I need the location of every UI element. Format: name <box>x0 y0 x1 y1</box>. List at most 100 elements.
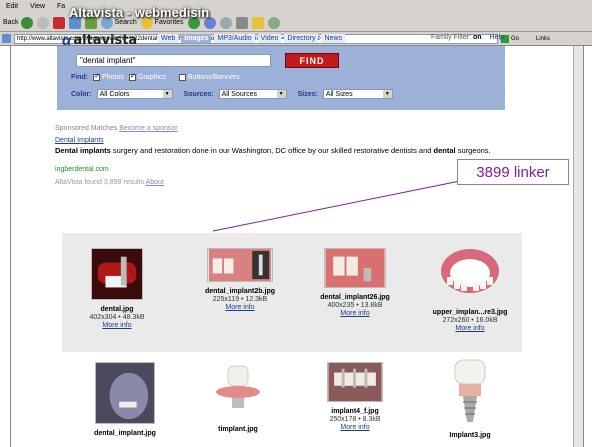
result-thumbnail[interactable] <box>210 362 266 420</box>
result-item[interactable]: implant4_f.jpg 250x178 • 8.3kB More info <box>310 362 400 432</box>
result-dimensions: 400x235 • 13.8kB <box>327 302 383 309</box>
more-info-link[interactable]: More info <box>82 322 152 330</box>
more-info-link[interactable]: More info <box>310 424 400 432</box>
result-thumbnail[interactable] <box>324 248 386 288</box>
result-thumbnail[interactable] <box>449 358 491 426</box>
back-arrow-icon <box>20 16 33 29</box>
more-info-link[interactable]: More info <box>195 304 285 312</box>
find-button[interactable]: FIND <box>285 53 339 68</box>
find-options-row: Find: Photos Graphics Buttons/Banners <box>71 72 240 81</box>
menu-view[interactable]: View <box>30 3 45 10</box>
menu-edit[interactable]: Edit <box>6 3 18 10</box>
results-count: AltaVista found 3,899 results About <box>55 179 164 186</box>
back-label: Back <box>3 19 19 26</box>
sponsored-description: Dental implants surgery and restoration … <box>55 146 520 155</box>
print-icon[interactable] <box>219 16 232 29</box>
search-type-tabs: Web Images MP3/Audio Video Directory New… <box>158 34 345 43</box>
checkbox-checked-icon <box>128 72 136 81</box>
result-item[interactable]: dental_implant2b.jpg 225x119 • 12.3kB Mo… <box>195 248 285 312</box>
result-item[interactable]: dental_implant26.jpg 400x235 • 13.8kB Mo… <box>310 248 400 318</box>
about-link[interactable]: About <box>146 179 164 186</box>
sizes-value: All Sizes <box>325 90 353 98</box>
photos-label: Photos <box>102 74 124 81</box>
photos-checkbox[interactable]: Photos <box>93 72 124 81</box>
result-dimensions: 225x119 • 12.3kB <box>212 296 268 303</box>
vertical-scrollbar[interactable] <box>573 46 583 447</box>
sources-label: Sources: <box>183 90 214 98</box>
checkbox-unchecked-icon <box>178 74 186 81</box>
result-item[interactable]: timplant.jpg <box>198 362 278 434</box>
result-filename: dental.jpg <box>100 306 134 313</box>
dropdown-arrow-icon: ▼ <box>276 90 286 98</box>
links-button[interactable]: Links <box>536 36 550 42</box>
help-link[interactable]: Help <box>490 34 504 41</box>
sizes-select[interactable]: All Sizes ▼ <box>322 89 393 99</box>
checkbox-checked-icon <box>93 72 101 81</box>
tab-video[interactable]: Video <box>257 34 282 43</box>
sources-value: All Sources <box>221 90 257 98</box>
result-filename: Implant3.jpg <box>449 432 491 439</box>
more-info-link[interactable]: More info <box>420 325 520 333</box>
tab-web[interactable]: Web <box>158 34 179 43</box>
result-thumbnail[interactable] <box>91 248 143 300</box>
tab-directory[interactable]: Directory <box>284 34 319 43</box>
sponsored-url[interactable]: ingberdental.com <box>55 166 109 173</box>
menu-favorites[interactable]: Fa <box>57 3 65 10</box>
tab-images[interactable]: Images <box>181 34 212 43</box>
color-select[interactable]: All Colors ▼ <box>96 89 173 99</box>
graphics-label: Graphics <box>137 74 166 81</box>
result-thumbnail[interactable] <box>207 248 273 282</box>
callout-label: 3899 linker <box>457 159 569 185</box>
result-dimensions: 250x178 • 8.3kB <box>329 416 381 423</box>
filter-row: Color: All Colors ▼ Sources: All Sources ▼… <box>71 89 393 99</box>
family-filter-label: Family Filter: <box>431 34 472 41</box>
result-thumbnail[interactable] <box>439 247 501 303</box>
result-thumbnail[interactable] <box>327 362 383 402</box>
sponsored-desc-end: surgeons. <box>455 146 491 155</box>
dropdown-arrow-icon: ▼ <box>162 90 172 98</box>
result-filename: implant4_f.jpg <box>331 408 379 415</box>
sponsored-link[interactable]: Dental Implants <box>55 137 104 144</box>
result-dimensions: 402x304 • 48.3kB <box>89 314 145 321</box>
result-item[interactable]: dental.jpg 402x304 • 48.3kB More info <box>82 248 152 330</box>
sources-select[interactable]: All Sources ▼ <box>218 89 287 99</box>
edit-icon[interactable] <box>235 16 248 29</box>
search-panel: "dental implant" FIND Find: Photos Graph… <box>57 46 505 110</box>
stop-icon[interactable] <box>52 16 65 29</box>
more-info-link[interactable]: More info <box>310 310 400 318</box>
search-input[interactable]: "dental implant" <box>76 54 271 67</box>
result-item[interactable]: Implant3.jpg <box>430 358 510 440</box>
family-filter-value[interactable]: on <box>473 34 482 41</box>
tab-news[interactable]: News <box>321 34 345 43</box>
results-count-text: AltaVista found 3,899 results <box>55 179 144 186</box>
slide-title: Altavista - webmedisin <box>69 5 210 20</box>
buttons-banners-label: Buttons/Banners <box>187 74 240 81</box>
sponsored-heading: Sponsored Matches Become a sponsor <box>55 125 178 132</box>
result-filename: timplant.jpg <box>218 426 258 433</box>
result-filename: dental_implant2b.jpg <box>204 288 275 295</box>
messenger-icon[interactable] <box>267 16 280 29</box>
forward-icon[interactable] <box>36 16 49 29</box>
sponsored-desc-text: surgery and restoration done in our Wash… <box>110 146 434 155</box>
color-value: All Colors <box>99 90 130 98</box>
favorites-label: Favorites <box>154 19 184 26</box>
graphics-checkbox[interactable]: Graphics <box>128 72 166 81</box>
back-button[interactable]: Back <box>3 16 33 29</box>
become-sponsor-link[interactable]: Become a sponsor <box>119 125 177 132</box>
sizes-label: Sizes: <box>297 90 318 98</box>
result-item[interactable]: upper_implan...re3.jpg 272x260 • 16.0kB … <box>420 247 520 333</box>
result-thumbnail[interactable] <box>95 362 155 424</box>
buttons-banners-checkbox[interactable]: Buttons/Banners <box>178 74 240 81</box>
search-label: Search <box>114 19 137 26</box>
result-item[interactable]: dental_implant.jpg <box>82 362 168 438</box>
family-filter: Family Filter: on Help <box>431 34 504 41</box>
sponsored-desc-bold2: dental <box>433 146 456 155</box>
folder-icon[interactable] <box>251 16 264 29</box>
slide: Edit View Fa Altavista - webmedisin Back… <box>0 0 592 447</box>
result-dimensions: 272x260 • 16.0kB <box>442 317 498 324</box>
result-filename: dental_implant.jpg <box>94 430 156 437</box>
tab-mp3-audio[interactable]: MP3/Audio <box>214 34 255 43</box>
find-label: Find: <box>71 74 89 81</box>
go-label: Go <box>511 35 520 42</box>
result-filename: dental_implant26.jpg <box>320 294 390 301</box>
